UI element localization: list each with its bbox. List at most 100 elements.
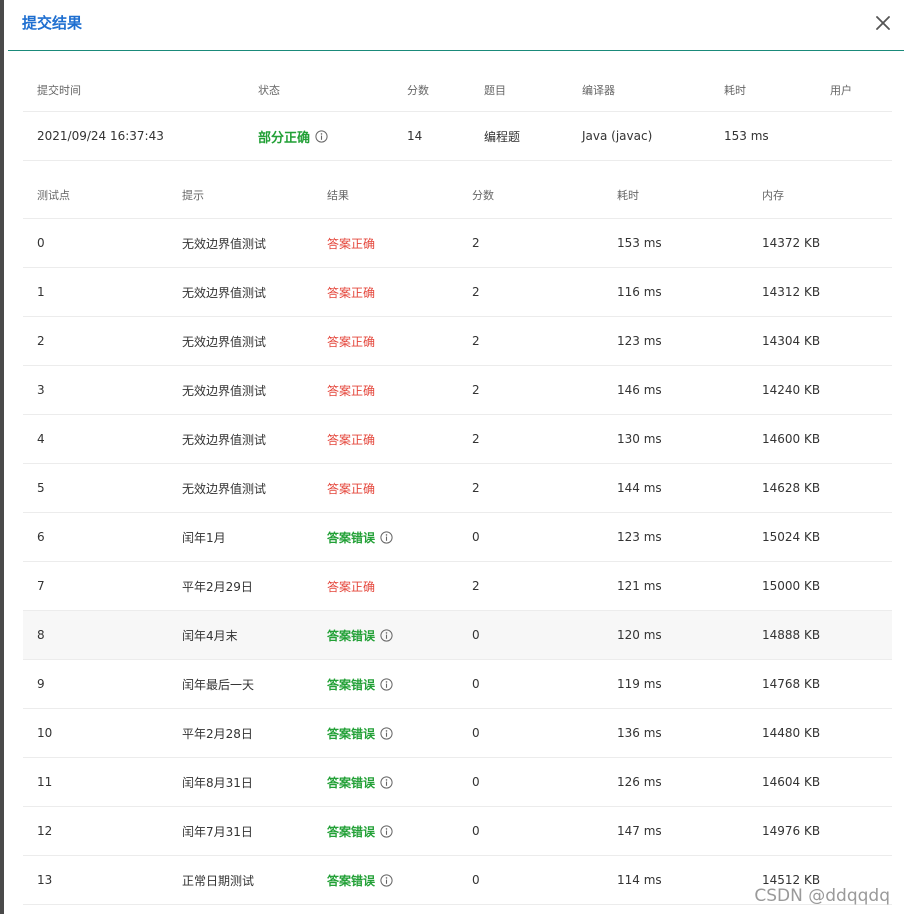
table-row: 9 闰年最后一天 答案错误 0 119 ms 14768 KB [23,660,892,709]
test-memory: 15000 KB [762,579,821,593]
test-id: 8 [37,628,45,642]
test-id: 0 [37,236,45,250]
test-time: 114 ms [617,873,662,887]
test-memory: 14628 KB [762,481,821,495]
test-hint: 闰年最后一天 [182,677,255,692]
test-hint: 无效边界值测试 [182,383,267,398]
test-result-cell: 答案错误 [327,856,393,904]
test-id: 5 [37,481,45,495]
header-problem: 题目 [484,83,506,97]
table-row: 12 闰年7月31日 答案错误 0 147 ms 14976 KB [23,807,892,856]
info-icon[interactable] [380,824,393,838]
test-result-cell: 答案正确 [327,562,375,610]
info-icon[interactable] [380,530,393,544]
test-hint: 无效边界值测试 [182,285,267,300]
watermark: CSDN @ddqqdq [754,886,890,906]
header-submit-time: 提交时间 [37,83,81,97]
header-score: 分数 [407,83,429,97]
test-memory: 14768 KB [762,677,821,691]
header-status: 状态 [258,83,280,97]
test-id: 7 [37,579,45,593]
test-hint: 闰年7月31日 [182,824,253,839]
info-icon[interactable] [380,677,393,691]
test-result-cell: 答案错误 [327,513,393,561]
info-icon[interactable] [380,726,393,740]
table-row: 3 无效边界值测试 答案正确 2 146 ms 14240 KB [23,366,892,415]
test-id: 6 [37,530,45,544]
summary-header-row: 提交时间 状态 分数 题目 编译器 耗时 用户 [23,68,892,112]
compiler-value: Java (javac) [582,129,653,143]
test-id: 11 [37,775,53,789]
test-result-badge: 答案正确 [327,383,376,398]
test-id: 1 [37,285,45,299]
test-hint: 正常日期测试 [182,873,255,888]
table-row: 4 无效边界值测试 答案正确 2 130 ms 14600 KB [23,415,892,464]
close-button[interactable] [872,12,894,34]
test-score: 0 [472,873,480,887]
test-id: 4 [37,432,45,446]
header-memory: 内存 [762,188,784,202]
test-result-cell: 答案错误 [327,611,393,659]
test-hint: 无效边界值测试 [182,481,267,496]
header-hint: 提示 [182,188,204,202]
close-icon [876,16,890,30]
table-row: 7 平年2月29日 答案正确 2 121 ms 15000 KB [23,562,892,611]
test-time: 153 ms [617,236,662,250]
status-cell: 部分正确 [258,112,328,160]
test-score: 0 [472,775,480,789]
test-memory: 14304 KB [762,334,821,348]
header-test-time: 耗时 [617,188,639,202]
test-result-badge: 答案正确 [327,481,376,496]
submit-time: 2021/09/24 16:37:43 [37,129,164,143]
info-icon[interactable] [380,775,393,789]
test-hint: 无效边界值测试 [182,334,267,349]
test-hint: 无效边界值测试 [182,432,267,447]
test-id: 12 [37,824,53,838]
test-rows: 0 无效边界值测试 答案正确 2 153 ms 14372 KB 1 无效边界值… [23,219,892,905]
test-time: 123 ms [617,334,662,348]
test-time: 144 ms [617,481,662,495]
test-result-badge: 答案错误 [327,873,376,888]
test-time: 121 ms [617,579,662,593]
test-score: 0 [472,628,480,642]
test-time: 147 ms [617,824,662,838]
test-result-badge: 答案正确 [327,579,376,594]
header-test-score: 分数 [472,188,494,202]
test-score: 0 [472,726,480,740]
test-time: 116 ms [617,285,662,299]
problem-value: 编程题 [484,129,521,144]
dialog-header: 提交结果 [8,0,904,51]
test-score: 2 [472,285,480,299]
test-time: 130 ms [617,432,662,446]
test-id: 13 [37,873,53,887]
table-row: 5 无效边界值测试 答案正确 2 144 ms 14628 KB [23,464,892,513]
test-score: 0 [472,824,480,838]
test-result-badge: 答案正确 [327,285,376,300]
table-row: 8 闰年4月末 答案错误 0 120 ms 14888 KB [23,611,892,660]
info-icon[interactable] [380,628,393,642]
test-result-cell: 答案错误 [327,758,393,806]
test-score: 2 [472,432,480,446]
header-duration: 耗时 [724,83,746,97]
test-time: 119 ms [617,677,662,691]
test-result-badge: 答案错误 [327,677,376,692]
test-time: 126 ms [617,775,662,789]
test-memory: 14600 KB [762,432,821,446]
test-memory: 14604 KB [762,775,821,789]
test-id: 9 [37,677,45,691]
submission-summary-table: 提交时间 状态 分数 题目 编译器 耗时 用户 2021/09/24 16:37… [23,68,892,161]
test-result-badge: 答案错误 [327,775,376,790]
header-compiler: 编译器 [582,83,615,97]
test-result-badge: 答案错误 [327,824,376,839]
test-time: 120 ms [617,628,662,642]
test-score: 2 [472,236,480,250]
table-row: 11 闰年8月31日 答案错误 0 126 ms 14604 KB [23,758,892,807]
info-icon[interactable] [380,873,393,887]
test-result-cell: 答案错误 [327,807,393,855]
test-result-cell: 答案正确 [327,415,375,463]
test-id: 2 [37,334,45,348]
test-cases-table: 测试点 提示 结果 分数 耗时 内存 0 无效边界值测试 答案正确 2 153 … [23,171,892,905]
table-row: 10 平年2月28日 答案错误 0 136 ms 14480 KB [23,709,892,758]
test-memory: 14976 KB [762,824,821,838]
info-icon[interactable] [315,129,328,143]
